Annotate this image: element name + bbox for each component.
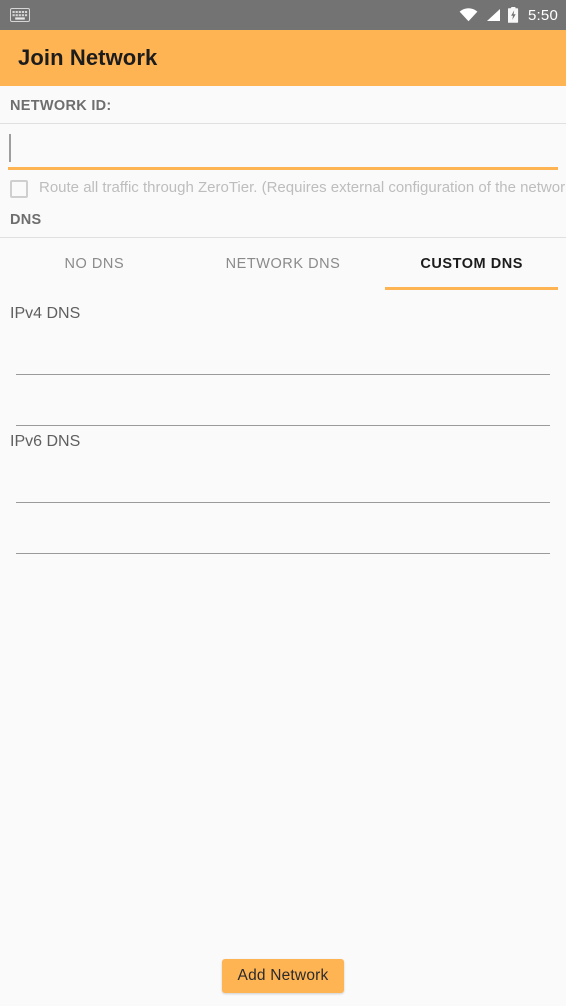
network-id-underline — [8, 167, 558, 170]
add-network-button[interactable]: Add Network — [221, 959, 345, 993]
ipv4-dns-field-1[interactable] — [16, 333, 550, 375]
tab-network-dns-label: NETWORK DNS — [225, 256, 341, 272]
ipv6-dns-underline-1 — [16, 502, 550, 503]
route-all-traffic-checkbox[interactable] — [10, 180, 28, 198]
network-id-field[interactable] — [0, 124, 566, 170]
network-id-section-label: NETWORK ID: — [10, 98, 112, 114]
status-bar-right: 5:50 — [459, 7, 558, 23]
signal-icon — [485, 8, 501, 22]
tab-no-dns-label: NO DNS — [64, 256, 125, 272]
dns-tab-bar: NO DNS NETWORK DNS CUSTOM DNS — [0, 238, 566, 290]
content-area: NETWORK ID: Route all traffic through Ze… — [0, 86, 566, 1006]
app-bar: Join Network — [0, 30, 566, 86]
ipv4-dns-field-2[interactable] — [16, 384, 550, 426]
active-tab-indicator — [385, 287, 559, 290]
ipv4-dns-label: IPv4 DNS — [10, 305, 81, 322]
battery-charging-icon — [508, 7, 519, 23]
ipv4-dns-input-1[interactable] — [16, 333, 550, 374]
page-title: Join Network — [18, 45, 158, 70]
network-id-input[interactable] — [8, 124, 558, 167]
footer-button-bar: Add Network — [0, 959, 566, 1006]
tab-custom-dns[interactable]: CUSTOM DNS — [377, 238, 566, 290]
tab-no-dns[interactable]: NO DNS — [0, 238, 189, 290]
status-bar: 5:50 — [0, 0, 566, 30]
status-bar-clock: 5:50 — [528, 6, 558, 24]
wifi-icon — [459, 8, 478, 22]
tab-network-dns[interactable]: NETWORK DNS — [189, 238, 378, 290]
join-network-screen: 5:50 Join Network NETWORK ID: Route all … — [0, 0, 566, 1006]
dns-section-label: DNS — [10, 212, 42, 228]
ipv6-dns-underline-2 — [16, 553, 550, 554]
ipv4-dns-underline-2 — [16, 425, 550, 426]
status-bar-left — [10, 8, 30, 22]
ipv6-dns-field-2[interactable] — [16, 512, 550, 554]
keyboard-icon — [10, 8, 30, 22]
ipv4-dns-underline-1 — [16, 374, 550, 375]
route-all-traffic-row[interactable]: Route all traffic through ZeroTier. (Req… — [0, 170, 566, 200]
route-all-traffic-label: Route all traffic through ZeroTier. (Req… — [39, 179, 566, 196]
ipv4-dns-input-2[interactable] — [16, 384, 550, 425]
ipv6-dns-field-1[interactable] — [16, 461, 550, 503]
custom-dns-panel: IPv4 DNS IPv6 DNS — [0, 290, 566, 554]
tab-custom-dns-label: CUSTOM DNS — [420, 256, 524, 272]
ipv6-dns-input-1[interactable] — [16, 461, 550, 502]
ipv6-dns-label: IPv6 DNS — [10, 433, 81, 450]
text-cursor — [9, 134, 11, 162]
ipv6-dns-input-2[interactable] — [16, 512, 550, 553]
